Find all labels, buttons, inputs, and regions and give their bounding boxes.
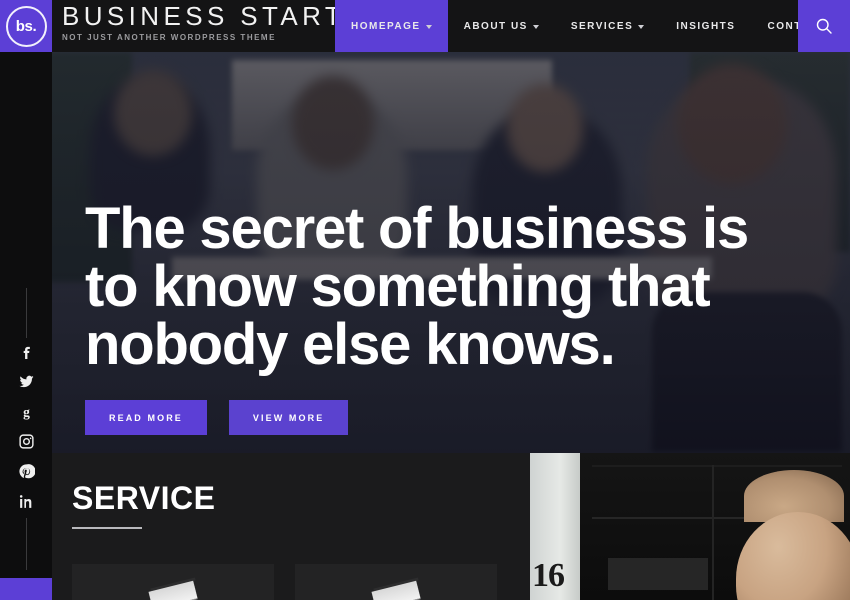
nav-item-services[interactable]: SERVICES bbox=[555, 0, 660, 52]
nav-item-homepage[interactable]: HOMEPAGE bbox=[335, 0, 448, 52]
service-photo: 16 bbox=[530, 453, 850, 600]
nav-label: HOMEPAGE bbox=[351, 20, 421, 32]
service-photo-number: 16 bbox=[532, 557, 565, 594]
hero-content: The secret of business is to know someth… bbox=[85, 52, 850, 453]
service-card[interactable] bbox=[72, 564, 274, 600]
hero-button-group: READ MORE VIEW MORE bbox=[85, 400, 349, 435]
service-heading: SERVICE bbox=[72, 480, 216, 516]
left-sidebar: bs. g bbox=[0, 0, 52, 600]
logo-circle: bs. bbox=[5, 5, 47, 47]
service-photo-divider bbox=[712, 465, 714, 600]
hero-banner: The secret of business is to know someth… bbox=[52, 52, 850, 453]
linkedin-icon[interactable] bbox=[18, 493, 35, 510]
nav-item-about-us[interactable]: ABOUT US bbox=[448, 0, 555, 52]
service-photo-shelf-1 bbox=[592, 465, 842, 467]
nav-item-insights[interactable]: INSIGHTS bbox=[660, 0, 751, 52]
svg-text:g: g bbox=[23, 404, 30, 419]
sidebar-accent-block bbox=[0, 578, 52, 600]
social-links: g bbox=[0, 343, 52, 510]
sidebar-divider-top bbox=[25, 288, 27, 338]
hero-heading: The secret of business is to know someth… bbox=[85, 196, 749, 377]
service-left-column: SERVICE bbox=[52, 453, 530, 600]
service-photo-monitor bbox=[608, 558, 708, 590]
sidebar-divider-bottom bbox=[25, 518, 27, 570]
chevron-down-icon bbox=[638, 24, 645, 29]
site-logo[interactable]: bs. bbox=[0, 0, 52, 52]
nav-label: INSIGHTS bbox=[676, 20, 736, 32]
service-card[interactable] bbox=[295, 564, 497, 600]
service-heading-underline bbox=[72, 527, 142, 529]
logo-mark: bs. bbox=[15, 17, 37, 35]
twitter-icon[interactable] bbox=[18, 373, 35, 390]
top-header: BUSINESS STARTUP NOT JUST ANOTHER WORDPR… bbox=[52, 0, 850, 52]
chevron-down-icon bbox=[532, 24, 539, 29]
page-root: The secret of business is to know someth… bbox=[0, 0, 850, 600]
facebook-icon[interactable] bbox=[18, 343, 35, 360]
nav-label: SERVICES bbox=[570, 20, 634, 32]
main-navigation: HOMEPAGE ABOUT US SERVICES INSIGHTS CONT… bbox=[335, 0, 850, 52]
instagram-icon[interactable] bbox=[18, 433, 35, 450]
chevron-down-icon bbox=[425, 24, 432, 29]
read-more-button[interactable]: READ MORE bbox=[85, 400, 207, 435]
service-section: SERVICE 16 bbox=[52, 453, 850, 600]
google-plus-icon[interactable]: g bbox=[18, 403, 35, 420]
pinterest-icon[interactable] bbox=[18, 463, 35, 480]
search-icon bbox=[816, 18, 832, 34]
view-more-button[interactable]: VIEW MORE bbox=[228, 400, 349, 435]
nav-label: ABOUT US bbox=[463, 20, 528, 32]
service-card-list bbox=[72, 564, 497, 600]
search-button[interactable] bbox=[798, 0, 850, 52]
